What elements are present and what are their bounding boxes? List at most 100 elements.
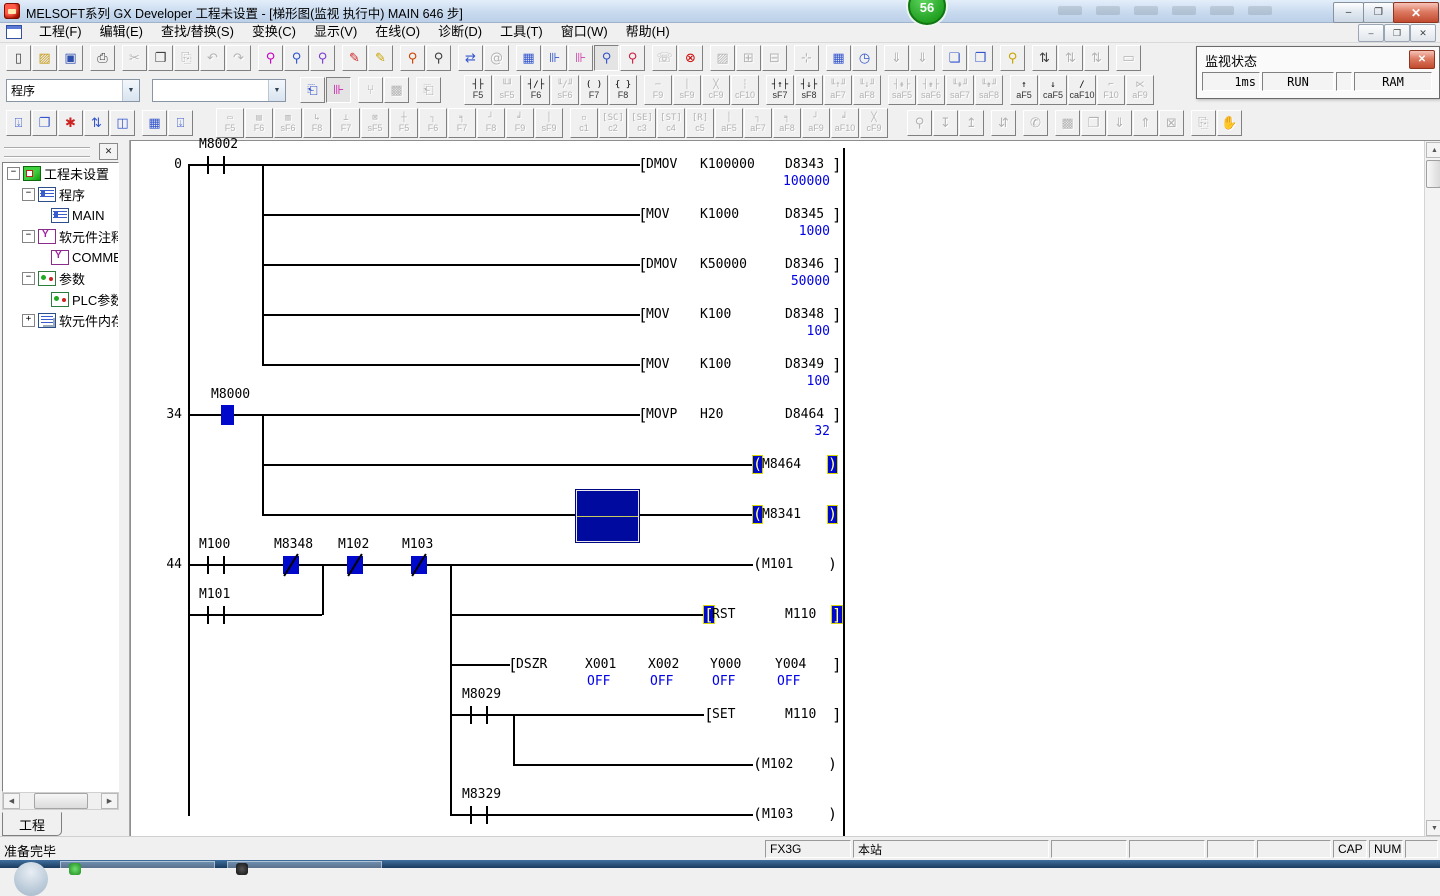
scroll-up-icon[interactable]: ▲ [1426,142,1440,158]
mdi-restore-button[interactable]: ❐ [1384,24,1410,42]
entry-data-monitor-button[interactable]: ◷ [852,45,877,71]
rect-3-button[interactable]: ▥sF6 [274,108,302,138]
vertical-line-button[interactable]: │sF9 [673,75,701,105]
collapse-icon[interactable]: − [22,272,35,285]
start-orb-icon[interactable] [14,862,48,896]
jump-step-button[interactable]: ⇵ [991,110,1016,136]
vline-button[interactable]: │sF9 [535,108,563,138]
close-contact-button[interactable]: ┤/├F6 [522,75,550,105]
cell-select-button[interactable]: ▫c1 [570,108,598,138]
ladder-editor-window[interactable]: ▲ ▼ [130,140,1440,837]
monitor-close-button[interactable]: ✕ [1409,50,1435,69]
monitor-stop-button[interactable]: ⊗ [678,45,703,71]
project-tab[interactable]: 工程 [2,812,62,836]
device-test-button[interactable]: ☏ [652,45,677,71]
coil-button[interactable]: ( )F7 [580,75,608,105]
copy-button[interactable]: ❐ [148,45,173,71]
monitor-write-mode-button[interactable]: ⚲ [620,45,645,71]
pulse-open-rise-button[interactable]: ┤⇞├saF5 [888,75,916,105]
data-name-combo[interactable]: ▼ [152,79,286,102]
collapse-icon[interactable]: − [22,230,35,243]
se-mark-button[interactable]: [SE]c3 [628,108,656,138]
ladder-view-button[interactable]: ▦ [516,45,541,71]
find-contact-coil-button[interactable]: ⚲ [400,45,425,71]
function-block-button[interactable]: ❐ [32,110,57,136]
scroll-down-icon[interactable]: ▼ [1426,820,1440,836]
tree-item-软元件内存[interactable]: +软元件内存 [3,310,118,331]
collapse-icon[interactable]: − [22,188,35,201]
corner-ur2-button[interactable]: ╛F9 [506,108,534,138]
line-c1-button[interactable]: ┐aF7 [744,108,772,138]
tree-horizontal-scrollbar[interactable]: ◀ ▶ [2,792,119,810]
comment-display-button[interactable]: ⊪ [568,45,593,71]
find-string-button[interactable]: ⚲ [310,45,335,71]
xbox-button[interactable]: ⊠sF5 [361,108,389,138]
print-data-button[interactable]: ⎘ [1191,110,1216,136]
pan-hand-button[interactable]: ✋ [1217,110,1242,136]
menu-item-变换[interactable]: 变换(C) [243,22,305,42]
transfer-setup-button[interactable]: ⇄ [458,45,483,71]
close-button[interactable]: ✕ [1393,2,1439,23]
device-memory-grid-button[interactable]: ▦ [142,110,167,136]
screen-jump-back-button[interactable]: ❒ [968,45,993,71]
corner-dr2-button[interactable]: ╕F7 [448,108,476,138]
menu-item-诊断[interactable]: 诊断(D) [429,22,491,42]
search-down-button[interactable]: ↧ [933,110,958,136]
devmem-write-button[interactable]: ⇓ [1107,110,1132,136]
call-search-button[interactable]: ✆ [1023,110,1048,136]
partial-convert-button[interactable]: ⊹ [794,45,819,71]
instruction-list-view-button[interactable]: ⊪ [542,45,567,71]
param-transfer-3-button[interactable]: ⇅ [1084,45,1109,71]
device-comment-edit-button[interactable]: ⑂ [358,77,383,103]
sc-mark-button[interactable]: [SC]c2 [599,108,627,138]
menu-item-编辑[interactable]: 编辑(E) [91,22,152,42]
new-project-button[interactable]: ▯ [6,45,31,71]
macro-instruction-button[interactable]: ⍗ [6,110,31,136]
panel-close-icon[interactable]: ✕ [99,143,118,160]
delete-vline-button[interactable]: ┆cF10 [731,75,759,105]
panel-drag-handle[interactable] [4,147,90,158]
line-v-button[interactable]: │aF5 [715,108,743,138]
print-button[interactable]: ⎙ [90,45,115,71]
tree-item-MAIN[interactable]: MAIN [3,205,118,226]
pulse-close-rise-button[interactable]: ╙⇞╜saF7 [946,75,974,105]
paste-button[interactable]: ⎘ [174,45,199,71]
monitor-mode-button[interactable]: ⚲ [594,45,619,71]
tree-item-软元件注释[interactable]: −软元件注释 [3,226,118,247]
screen-jump-front-button[interactable]: ❏ [942,45,967,71]
label-button[interactable]: ⌐F10 [1097,75,1125,105]
replace-string-button[interactable]: ✎ [368,45,393,71]
menu-item-在线[interactable]: 在线(O) [366,22,429,42]
scroll-left-icon[interactable]: ◀ [3,793,20,809]
find-button[interactable]: ⚲ [258,45,283,71]
not-contact-button[interactable]: ⋉aF9 [1126,75,1154,105]
tree-item-程序[interactable]: −程序 [3,184,118,205]
devmem-all-button[interactable]: ▩ [1055,110,1080,136]
save-project-button[interactable]: ▣ [58,45,83,71]
r-mark-button[interactable]: [R]c5 [686,108,714,138]
expand-icon[interactable]: + [22,314,35,327]
menu-item-工程[interactable]: 工程(F) [30,22,91,42]
open-project-button[interactable]: ▨ [32,45,57,71]
line-c4-button[interactable]: ╛aF10 [831,108,859,138]
corner-ur-button[interactable]: ┘F8 [477,108,505,138]
cut-button[interactable]: ✂ [122,45,147,71]
project-tree-toggle-button[interactable]: ⊪ [326,77,351,103]
ladder-vertical-scrollbar[interactable]: ▲ ▼ [1424,141,1440,837]
minimize-button[interactable]: – [1333,2,1364,23]
pulse-close-fall-button[interactable]: ╙⇟╜saF8 [975,75,1003,105]
search-up-button[interactable]: ↥ [959,110,984,136]
program-check-button[interactable]: ▦ [826,45,851,71]
tree-item-PLC参数[interactable]: PLC参数 [3,289,118,310]
line-c2-button[interactable]: ╕aF8 [773,108,801,138]
param-transfer-1-button[interactable]: ⇅ [1032,45,1057,71]
convert-block-button[interactable]: ▩ [384,77,409,103]
find-binoculars-button[interactable]: ⚲ [907,110,932,136]
windows-taskbar[interactable] [0,860,1440,868]
comm-setup-button[interactable]: @ [484,45,509,71]
menu-item-显示[interactable]: 显示(V) [305,22,366,42]
close-branch-button[interactable]: ╙/╜sF6 [551,75,579,105]
devmem-multi-button[interactable]: ❐ [1081,110,1106,136]
cross-button[interactable]: ┼F5 [390,108,418,138]
online-verify-button[interactable]: ⊟ [762,45,787,71]
